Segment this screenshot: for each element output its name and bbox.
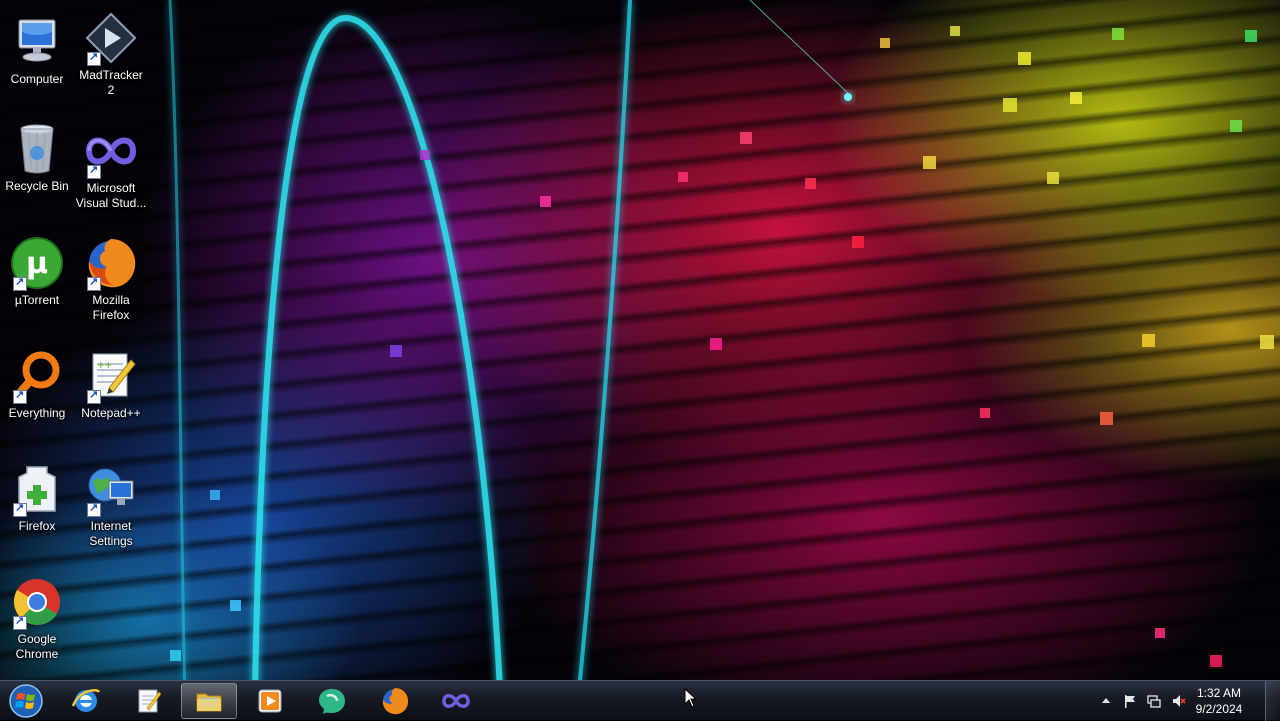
desktop-icon-label: Microsoft Visual Stud... bbox=[75, 181, 147, 210]
shortcut-arrow-icon bbox=[87, 163, 101, 179]
desktop-icon-label: MadTracker 2 bbox=[79, 68, 143, 97]
recycle-bin-icon bbox=[9, 121, 65, 177]
desktop-icon-computer[interactable]: Computer bbox=[1, 14, 73, 87]
utorrent-icon: µ bbox=[9, 235, 65, 291]
shortcut-arrow-icon bbox=[13, 501, 27, 517]
show-desktop-button[interactable] bbox=[1265, 681, 1280, 721]
everything-search-icon bbox=[9, 348, 65, 404]
show-hidden-icons-arrow[interactable] bbox=[1098, 681, 1114, 721]
desktop-icon-internet-settings[interactable]: Internet Settings bbox=[75, 461, 147, 549]
network-icon[interactable] bbox=[1146, 681, 1162, 721]
taskbar-media-player[interactable] bbox=[242, 683, 298, 719]
taskbar-firefox[interactable] bbox=[367, 683, 423, 719]
taskbar-chat-app[interactable] bbox=[304, 683, 360, 719]
mouse-cursor-icon bbox=[684, 688, 698, 708]
chat-app-icon bbox=[319, 689, 345, 714]
notepad-icon bbox=[138, 689, 162, 713]
firefox-icon bbox=[83, 235, 139, 291]
shortcut-arrow-icon bbox=[87, 388, 101, 404]
file-explorer-icon bbox=[196, 693, 222, 712]
firefox-portable-icon bbox=[9, 461, 65, 517]
internet-explorer-icon bbox=[71, 689, 101, 712]
taskbar-visual-studio[interactable] bbox=[428, 683, 484, 719]
desktop-icon-recycle-bin[interactable]: Recycle Bin bbox=[1, 121, 73, 194]
desktop-icon-label: µTorrent bbox=[14, 293, 60, 307]
shortcut-arrow-icon bbox=[13, 614, 27, 630]
system-clock[interactable]: 1:32 AM 9/2/2024 bbox=[1184, 685, 1254, 717]
firefox-icon bbox=[382, 688, 409, 715]
madtracker-icon bbox=[83, 10, 139, 66]
shortcut-arrow-icon bbox=[13, 275, 27, 291]
desktop-icon-label: Recycle Bin bbox=[5, 179, 69, 193]
visual-studio-icon bbox=[83, 123, 139, 179]
desktop-icon-mozilla-firefox[interactable]: Mozilla Firefox bbox=[75, 235, 147, 323]
shortcut-arrow-icon bbox=[87, 275, 101, 291]
desktop-icon-madtracker[interactable]: MadTracker 2 bbox=[75, 10, 147, 98]
desktop-icon-label: Firefox bbox=[18, 519, 56, 533]
clock-time: 1:32 AM bbox=[1196, 686, 1242, 700]
shortcut-arrow-icon bbox=[87, 501, 101, 517]
desktop-icon-google-chrome[interactable]: Google Chrome bbox=[1, 574, 73, 662]
shortcut-arrow-icon bbox=[87, 50, 101, 66]
computer-icon bbox=[9, 14, 65, 70]
shortcut-arrow-icon bbox=[13, 388, 27, 404]
desktop-icon-everything[interactable]: Everything bbox=[1, 348, 73, 421]
taskbar: 1:32 AM 9/2/2024 bbox=[0, 680, 1280, 721]
desktop-icon-firefox-portable[interactable]: Firefox bbox=[1, 461, 73, 534]
taskbar-file-explorer[interactable] bbox=[181, 683, 237, 719]
desktop-icon-label: Mozilla Firefox bbox=[92, 293, 130, 322]
windows-start-orb-icon[interactable] bbox=[6, 682, 46, 720]
media-player-icon bbox=[258, 689, 282, 713]
desktop-wallpaper bbox=[0, 0, 1280, 720]
desktop-icon-notepad-plus-plus[interactable]: ++ Notepad++ bbox=[75, 348, 147, 421]
desktop-icon-label: Computer bbox=[10, 72, 64, 86]
clock-date: 9/2/2024 bbox=[1195, 702, 1243, 716]
svg-text:µ: µ bbox=[26, 246, 48, 281]
chrome-icon bbox=[9, 574, 65, 630]
desktop-icon-label: Google Chrome bbox=[15, 632, 59, 661]
taskbar-internet-explorer[interactable] bbox=[58, 683, 114, 719]
desktop-icon-label: Everything bbox=[8, 406, 66, 420]
internet-settings-icon bbox=[83, 461, 139, 517]
desktop-icon-label: Internet Settings bbox=[89, 519, 133, 548]
svg-text:++: ++ bbox=[97, 361, 112, 371]
action-center-flag-icon[interactable] bbox=[1122, 681, 1138, 721]
desktop-icon-label: Notepad++ bbox=[81, 406, 141, 420]
taskbar-notepad[interactable] bbox=[120, 683, 176, 719]
desktop-icon-utorrent[interactable]: µ µTorrent bbox=[1, 235, 73, 308]
desktop-icon-visual-studio[interactable]: Microsoft Visual Stud... bbox=[75, 123, 147, 211]
visual-studio-icon bbox=[442, 694, 470, 708]
notepad-plus-plus-icon: ++ bbox=[83, 348, 139, 404]
